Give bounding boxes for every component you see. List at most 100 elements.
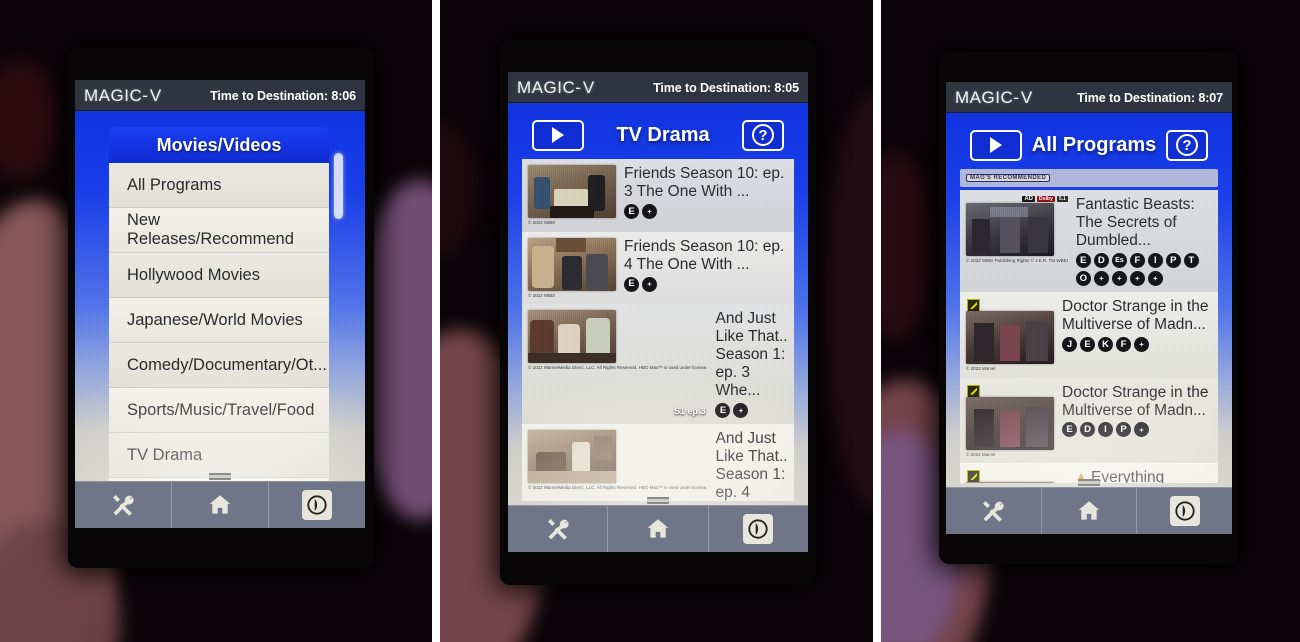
menu-item-new-releases[interactable]: New Releases/Recommend [109, 208, 329, 253]
home-button[interactable] [172, 482, 269, 528]
thumbnail-wrap: S1 ep.3 © 2022 WarnerMedia Direct, LLC. … [528, 310, 707, 418]
list-item-title: Fantastic Beasts: The Secrets of Dumbled… [1075, 196, 1195, 249]
list-item[interactable]: © 2022 WBEI Friends Season 10: ep. 4 The… [522, 231, 794, 305]
thumbnail-wrap: © 2022 Marvel [966, 298, 1054, 372]
ad-logo-icon: AD [1022, 196, 1035, 202]
menu-item-label: Sports/Music/Travel/Food [127, 400, 315, 419]
play-icon [748, 519, 768, 539]
menu-item-hollywood-movies[interactable]: Hollywood Movies [109, 253, 329, 298]
badge-multi-audio-icon [733, 403, 749, 419]
back-button[interactable] [970, 129, 1022, 161]
back-arrow-icon [552, 127, 564, 143]
list-item-meta: And Just Like That.. Season 1: ep. 4 Som… [715, 430, 788, 501]
list-item[interactable]: S1 ep.4 © 2022 WarnerMedia Direct, LLC. … [522, 424, 794, 501]
list-item-title: And Just Like That.. Season 1: ep. 4 Som… [715, 430, 788, 501]
drag-grip[interactable] [209, 473, 231, 480]
program-list[interactable]: © 2022 WBEI Friends Season 10: ep. 3 The… [522, 159, 794, 501]
brand-logo: MAGIC-V [517, 78, 596, 98]
handset-device-2: MAGIC-V Time to Destination: 8:05 TV Dra… [500, 40, 816, 585]
help-button[interactable]: ? [742, 119, 784, 151]
now-playing-button[interactable] [269, 482, 365, 528]
brand-prefix: MAGIC [517, 77, 576, 97]
tools-button[interactable] [946, 488, 1042, 534]
tools-button[interactable] [508, 506, 609, 552]
brand-suffix: -V [575, 77, 597, 97]
list-item-title: Everything Everywhere All At O... [1091, 469, 1165, 483]
brand-prefix: MAGIC [84, 85, 143, 105]
tools-icon [113, 495, 134, 516]
thumbnail-copyright: © 2022 WBEI [528, 220, 556, 225]
thumbnail-copyright: © 2022 WBEI Publishing Rights © J.K.R. T… [966, 258, 1068, 263]
menu-item-label: New Releases/Recommend [127, 211, 294, 248]
drag-grip[interactable] [1078, 479, 1100, 486]
drag-grip[interactable] [647, 497, 669, 504]
now-playing-button[interactable] [709, 506, 808, 552]
menu-item-label: Japanese/World Movies [127, 310, 303, 329]
thumbnail-image [966, 482, 1054, 483]
status-bar: MAGIC-V Time to Destination: 8:06 [75, 80, 365, 111]
thumbnail-image [528, 430, 616, 484]
menu-list[interactable]: All Programs New Releases/Recommend Holl… [109, 163, 329, 523]
badge-language-e: E [1080, 336, 1095, 352]
thumbnail-wrap: © 2022 A24 Distribution, LLC. All Rights… [966, 469, 1067, 483]
menu-item-comedy-documentary[interactable]: Comedy/Documentary/Ot... [109, 343, 329, 388]
list-item-title: Friends Season 10: ep. 4 The One With ..… [624, 237, 785, 273]
menu-item-label: Comedy/Documentary/Ot... [127, 355, 327, 374]
badge-multi-audio-icon [1093, 270, 1109, 286]
screenshot-stage: MAGIC-V Time to Destination: 8:06 Movies… [0, 0, 1300, 642]
badge-language-p: P [1165, 252, 1181, 268]
time-to-destination: Time to Destination: 8:07 [1077, 90, 1223, 105]
badge-multi-audio-icon [1129, 270, 1145, 286]
new-flag-icon [967, 470, 980, 483]
badge-group: E D I P [1062, 422, 1212, 438]
help-button[interactable]: ? [1165, 129, 1208, 161]
thumbnail-copyright: © 2022 WarnerMedia Direct, LLC. All Righ… [528, 365, 708, 371]
back-button[interactable] [532, 119, 584, 151]
list-item[interactable]: AD Dolby 5.1 © 2022 WBEI Publishing Righ… [960, 190, 1218, 292]
list-item-title: Doctor Strange in the Multiverse of Madn… [1062, 297, 1209, 333]
brand-prefix: MAGIC [955, 87, 1014, 107]
menu-item-sports-music-travel-food[interactable]: Sports/Music/Travel/Food [109, 388, 329, 433]
thumbnail-copyright: © 2022 Marvel [966, 451, 996, 457]
scrollbar-thumb[interactable] [334, 153, 343, 219]
tools-button[interactable] [75, 482, 172, 528]
list-item[interactable]: © 2022 Marvel Doctor Strange in the Mult… [960, 291, 1218, 378]
now-playing-button[interactable] [1137, 488, 1232, 534]
list-item-title: Friends Season 10: ep. 3 The One With ..… [624, 165, 785, 200]
list-item[interactable]: © 2022 WBEI Friends Season 10: ep. 3 The… [522, 159, 794, 232]
menu-item-label: All Programs [127, 175, 222, 194]
badge-group: J E K F [1062, 336, 1212, 352]
badge-multi-audio-icon [1111, 270, 1127, 286]
badge-group: E [624, 203, 788, 219]
home-button[interactable] [608, 506, 709, 552]
thumbnail-wrap: © 2022 WBEI [528, 165, 616, 226]
list-item[interactable]: © 2022 Marvel Doctor Strange in the Mult… [960, 377, 1218, 464]
menu-item-japanese-world-movies[interactable]: Japanese/World Movies [109, 298, 329, 343]
dolby-logo-icon: Dolby [1037, 196, 1055, 202]
device-screen-1: MAGIC-V Time to Destination: 8:06 Movies… [75, 80, 365, 528]
home-button[interactable] [1042, 488, 1138, 534]
brand-suffix: -V [1013, 87, 1035, 107]
badge-multi-audio-icon [642, 203, 657, 219]
list-item[interactable]: S1 ep.3 © 2022 WarnerMedia Direct, LLC. … [522, 304, 794, 425]
play-button-box [743, 514, 774, 544]
menu-item-label: Hollywood Movies [127, 265, 260, 284]
badge-language-o: O [1075, 270, 1091, 286]
device-screen-3: MAGIC-V Time to Destination: 8:07 All Pr… [946, 82, 1232, 534]
menu-item-all-programs[interactable]: All Programs [109, 163, 329, 208]
photo-panel-3: MAGIC-V Time to Destination: 8:07 All Pr… [881, 0, 1300, 642]
menu-item-tv-drama[interactable]: TV Drama [109, 433, 329, 478]
thumbnail-wrap: © 2022 WBEI [528, 237, 616, 299]
program-list[interactable]: MAG'S RECOMMENDED AD Dolby 5.1 © 2022 WB… [960, 169, 1218, 483]
thumbnail-copyright: © 2022 WarnerMedia Direct, LLC. All Righ… [528, 485, 708, 491]
home-icon [209, 495, 231, 514]
recommended-banner[interactable]: MAG'S RECOMMENDED [960, 169, 1218, 187]
list-item-meta: Doctor Strange in the Multiverse of Madn… [1062, 298, 1212, 372]
tools-icon [547, 519, 569, 540]
badge-subtitle-english: E [715, 403, 731, 419]
list-header: TV Drama ? [522, 115, 794, 155]
badge-language-j: J [1062, 336, 1077, 352]
list-item-meta: Doctor Strange in the Multiverse of Madn… [1062, 384, 1212, 458]
badge-language-p: P [1116, 422, 1131, 438]
photo-panel-1: MAGIC-V Time to Destination: 8:06 Movies… [0, 0, 432, 642]
